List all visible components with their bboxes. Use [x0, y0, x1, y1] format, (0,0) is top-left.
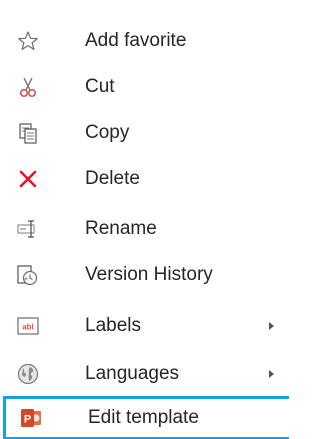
submenu-arrow-icon [269, 370, 274, 378]
powerpoint-icon: P [20, 407, 42, 429]
menu-item-label: Labels [85, 315, 141, 336]
scissors-icon [17, 76, 39, 98]
rename-icon [17, 218, 39, 240]
menu-item-add-favorite[interactable]: Add favorite [0, 19, 289, 63]
copy-icon [17, 122, 39, 144]
menu-item-rename[interactable]: Rename [0, 207, 289, 251]
submenu-arrow-icon [269, 322, 274, 330]
svg-text:P: P [24, 414, 31, 426]
version-history-icon [17, 264, 39, 286]
menu-item-label: Copy [85, 122, 130, 143]
star-outline-icon [17, 30, 39, 52]
menu-item-label: Rename [85, 218, 157, 239]
menu-item-cut[interactable]: Cut [0, 65, 289, 109]
menu-item-label: Edit template [88, 407, 199, 428]
menu-item-copy[interactable]: Copy [0, 111, 289, 155]
svg-text:abl: abl [22, 323, 34, 332]
delete-x-icon [17, 168, 39, 190]
menu-item-labels[interactable]: abl Labels [0, 304, 289, 348]
menu-item-delete[interactable]: Delete [0, 157, 289, 201]
menu-item-label: Languages [85, 363, 180, 384]
globe-icon [17, 363, 39, 385]
menu-item-version-history[interactable]: Version History [0, 253, 289, 297]
menu-item-label: Version History [85, 264, 213, 285]
menu-item-label: Delete [85, 168, 140, 189]
labels-icon: abl [17, 315, 39, 337]
menu-item-label: Cut [85, 76, 115, 97]
context-menu: Add favorite Cut Copy Delete Rename Vers… [0, 0, 289, 439]
menu-item-languages[interactable]: Languages [0, 352, 289, 396]
menu-item-edit-template[interactable]: P Edit template [3, 396, 289, 439]
menu-item-label: Add favorite [85, 30, 187, 51]
